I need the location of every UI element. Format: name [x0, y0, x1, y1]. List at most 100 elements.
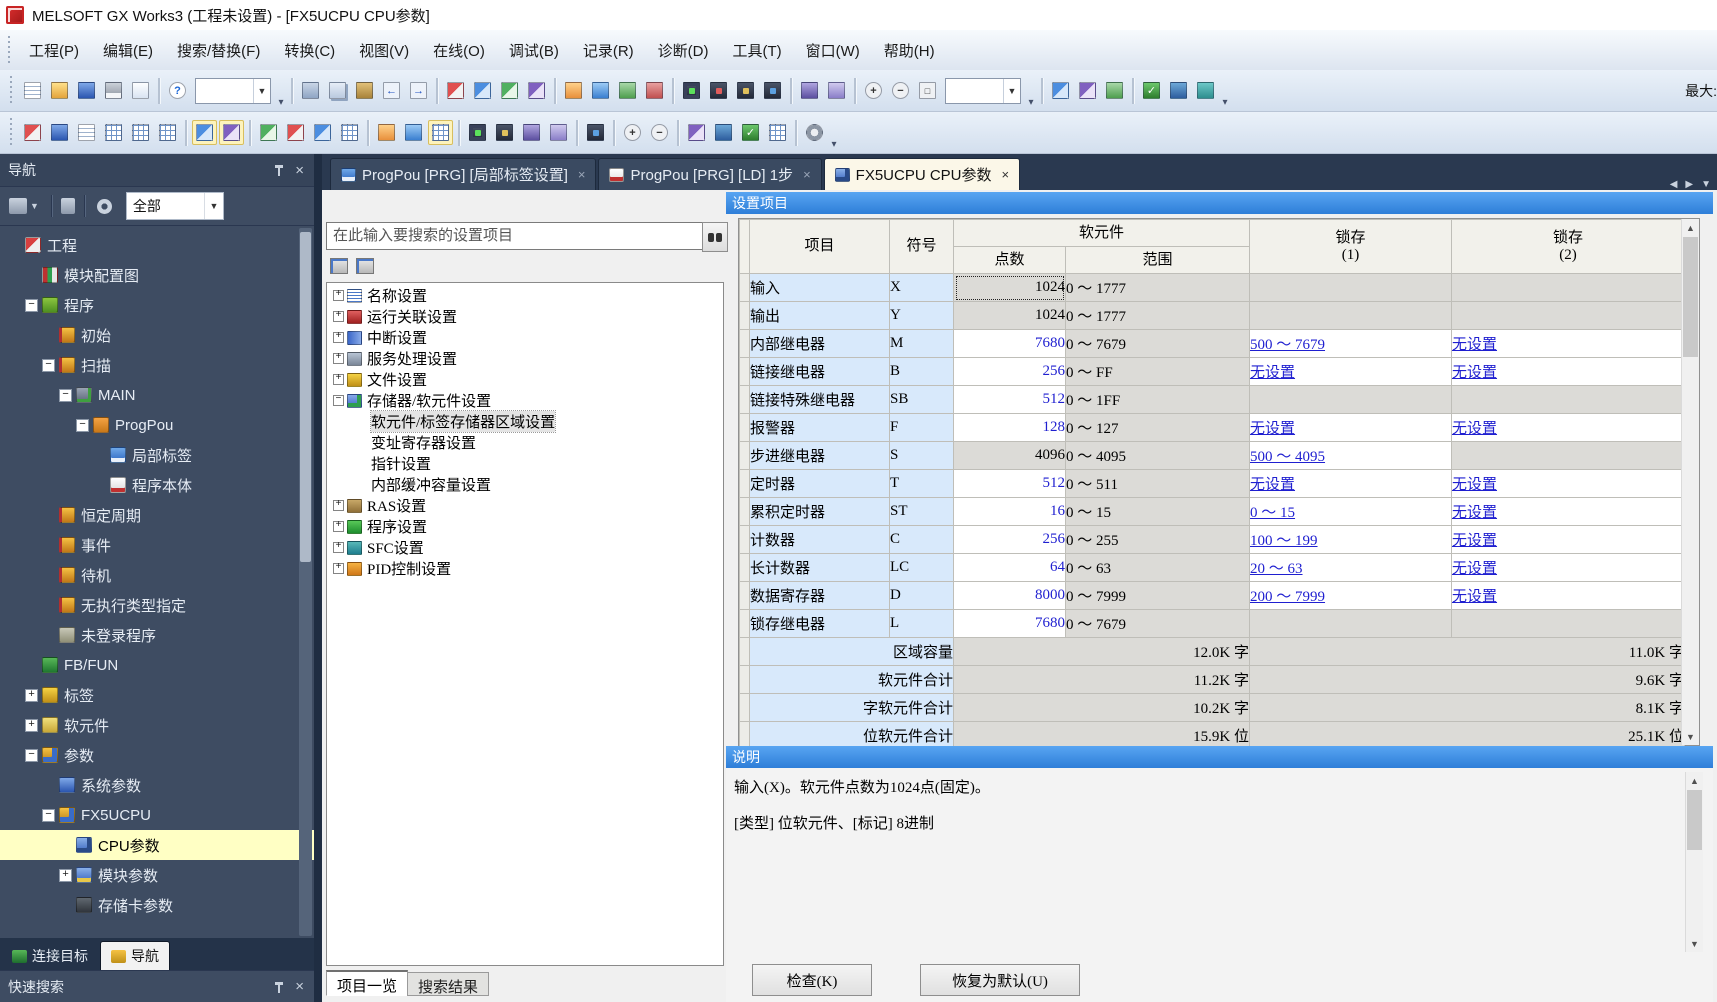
setting-tree-item-0[interactable]: +名称设置 — [327, 285, 723, 306]
scroll-down-icon[interactable]: ▼ — [1682, 728, 1699, 745]
setting-tree-item-1[interactable]: +运行关联设置 — [327, 306, 723, 327]
device-batch-button-icon[interactable]: − — [647, 120, 672, 145]
check-program-button-icon[interactable]: ✓ — [738, 120, 763, 145]
nav-tree-item-存储卡参数[interactable]: 存储卡参数 — [0, 890, 314, 920]
setting-tree-item-10[interactable]: +RAS设置 — [327, 495, 723, 516]
tab-list-icon[interactable]: ▼ — [1701, 179, 1711, 190]
pou-list-button-icon[interactable] — [310, 120, 335, 145]
setting-tree-item-7[interactable]: 变址寄存器设置 — [327, 432, 723, 453]
toolbar-overflow-icon[interactable]: ▾ — [1025, 97, 1037, 111]
comment-display-button-icon[interactable] — [1075, 78, 1100, 103]
setting-search-input[interactable] — [326, 222, 706, 250]
element-list-button-icon[interactable] — [428, 120, 453, 145]
menu-item-0[interactable]: 工程(P) — [17, 34, 91, 67]
check-button[interactable]: 检查(K) — [752, 964, 872, 996]
monitor-start-button-icon[interactable] — [679, 78, 704, 103]
tab-close-icon[interactable]: × — [578, 167, 586, 182]
settings-tree-collapse-icon[interactable] — [330, 258, 348, 274]
nav-tree-item-模块配置图[interactable]: 模块配置图 — [0, 260, 314, 290]
nav-tree-item-标签[interactable]: +标签 — [0, 680, 314, 710]
program-check-button-icon[interactable]: ✓ — [1139, 78, 1164, 103]
latch2-cell[interactable]: 无设置 — [1452, 358, 1685, 386]
nav-close-button[interactable]: × — [293, 163, 306, 178]
statement-list-button-icon[interactable] — [283, 120, 308, 145]
save-project-button-icon[interactable] — [74, 78, 99, 103]
nav-tree-item-工程[interactable]: 工程 — [0, 230, 314, 260]
write-to-plc-button-icon[interactable] — [561, 78, 586, 103]
statement-display-button-icon[interactable] — [470, 78, 495, 103]
nav-tree-item-CPU参数[interactable]: CPU参数 — [0, 830, 314, 860]
setting-tree-item-5[interactable]: −存储器/软元件设置 — [327, 390, 723, 411]
device-points-cell[interactable]: 512 — [954, 470, 1066, 498]
monitor-window-button-icon[interactable] — [583, 120, 608, 145]
search-find-button[interactable] — [702, 222, 728, 252]
simulation-start-button-icon[interactable] — [797, 78, 822, 103]
setting-tree-item-13[interactable]: +PID控制设置 — [327, 558, 723, 579]
nav-tree-item-未登录程序[interactable]: 未登录程序 — [0, 620, 314, 650]
nav-pin-button[interactable] — [273, 163, 285, 177]
panel-tab-connection[interactable]: 连接目标 — [2, 942, 98, 970]
device-points-cell[interactable]: 128 — [954, 414, 1066, 442]
latch2-cell[interactable]: 无设置 — [1452, 526, 1685, 554]
device-points-cell[interactable]: 1024 — [954, 302, 1066, 330]
nav-tree-item-参数[interactable]: −参数 — [0, 740, 314, 770]
setting-tree-item-2[interactable]: +中断设置 — [327, 327, 723, 348]
watch-start-button-icon[interactable] — [465, 120, 490, 145]
plc-diagnostics-button-icon[interactable] — [642, 78, 667, 103]
setting-tree-item-6[interactable]: 软元件/标签存储器区域设置 — [327, 411, 723, 432]
device-points-cell[interactable]: 4096 — [954, 442, 1066, 470]
device-points-cell[interactable]: 64 — [954, 554, 1066, 582]
cross-reference-button-icon[interactable] — [1102, 78, 1127, 103]
nav-tree-item-系统参数[interactable]: 系统参数 — [0, 770, 314, 800]
latch1-cell[interactable]: 无设置 — [1250, 470, 1452, 498]
document-tab-1[interactable]: ProgPou [PRG] [LD] 1步× — [598, 158, 821, 190]
module-config-button-icon[interactable] — [47, 120, 72, 145]
menu-item-8[interactable]: 诊断(D) — [646, 34, 721, 67]
menu-item-5[interactable]: 在线(O) — [421, 34, 497, 67]
nav-tree-item-待机[interactable]: 待机 — [0, 560, 314, 590]
copy-button-icon[interactable] — [325, 78, 350, 103]
cross-ref-window-button-icon[interactable] — [219, 120, 244, 145]
tree-expand-icon[interactable]: + — [333, 521, 344, 532]
tree-expand-icon[interactable]: + — [333, 290, 344, 301]
panel-splitter[interactable] — [314, 154, 322, 1002]
tree-expand-icon[interactable]: − — [42, 809, 55, 822]
undo-button-icon[interactable]: ← — [379, 78, 404, 103]
online-read-button-icon[interactable] — [401, 120, 426, 145]
nav-tree-item-MAIN[interactable]: −MAIN — [0, 380, 314, 410]
scroll-up-icon[interactable]: ▲ — [1686, 772, 1703, 789]
device-memory-button-icon[interactable] — [155, 120, 180, 145]
nav-tree-item-模块参数[interactable]: +模块参数 — [0, 860, 314, 890]
menu-item-6[interactable]: 调试(B) — [497, 34, 571, 67]
scroll-up-icon[interactable]: ▲ — [1682, 219, 1699, 236]
latch1-cell[interactable]: 无设置 — [1250, 414, 1452, 442]
menu-item-11[interactable]: 帮助(H) — [872, 34, 947, 67]
device-points-cell[interactable]: 7680 — [954, 610, 1066, 638]
note-display-button-icon[interactable] — [497, 78, 522, 103]
nav-sort-dropdown-icon[interactable]: ▼ — [30, 201, 39, 211]
menu-item-4[interactable]: 视图(V) — [347, 34, 421, 67]
toolbar-overflow-icon[interactable]: ▾ — [275, 97, 287, 111]
latch2-cell[interactable]: 无设置 — [1452, 582, 1685, 610]
setting-tree-item-12[interactable]: +SFC设置 — [327, 537, 723, 558]
document-tab-0[interactable]: ProgPou [PRG] [局部标签设置]× — [330, 158, 596, 190]
data-list-button-icon[interactable] — [765, 120, 790, 145]
nav-filter-dropdown[interactable]: 全部 ▼ — [126, 192, 224, 220]
quick-search-pin-button[interactable] — [273, 980, 285, 994]
fb-list-button-icon[interactable] — [101, 120, 126, 145]
nav-tree-item-ProgPou[interactable]: −ProgPou — [0, 410, 314, 440]
setting-tree-item-9[interactable]: 内部缓冲容量设置 — [327, 474, 723, 495]
table-scrollbar-thumb[interactable] — [1683, 237, 1698, 357]
menu-item-3[interactable]: 转换(C) — [272, 34, 347, 67]
convert-button-icon[interactable] — [1166, 78, 1191, 103]
label-editor-button-icon[interactable] — [128, 120, 153, 145]
tree-expand-icon[interactable]: + — [333, 332, 344, 343]
print-preview-button-icon[interactable] — [128, 78, 153, 103]
check-parameter-button-icon[interactable] — [711, 120, 736, 145]
tab-scroll-right-icon[interactable]: ▶ — [1685, 179, 1693, 190]
nav-scrollbar-thumb[interactable] — [300, 232, 311, 562]
chevron-down-icon[interactable]: ▼ — [204, 193, 223, 219]
device-search-button-icon[interactable]: + — [620, 120, 645, 145]
device-comment-button-icon[interactable] — [443, 78, 468, 103]
verify-with-plc-button-icon[interactable] — [615, 78, 640, 103]
